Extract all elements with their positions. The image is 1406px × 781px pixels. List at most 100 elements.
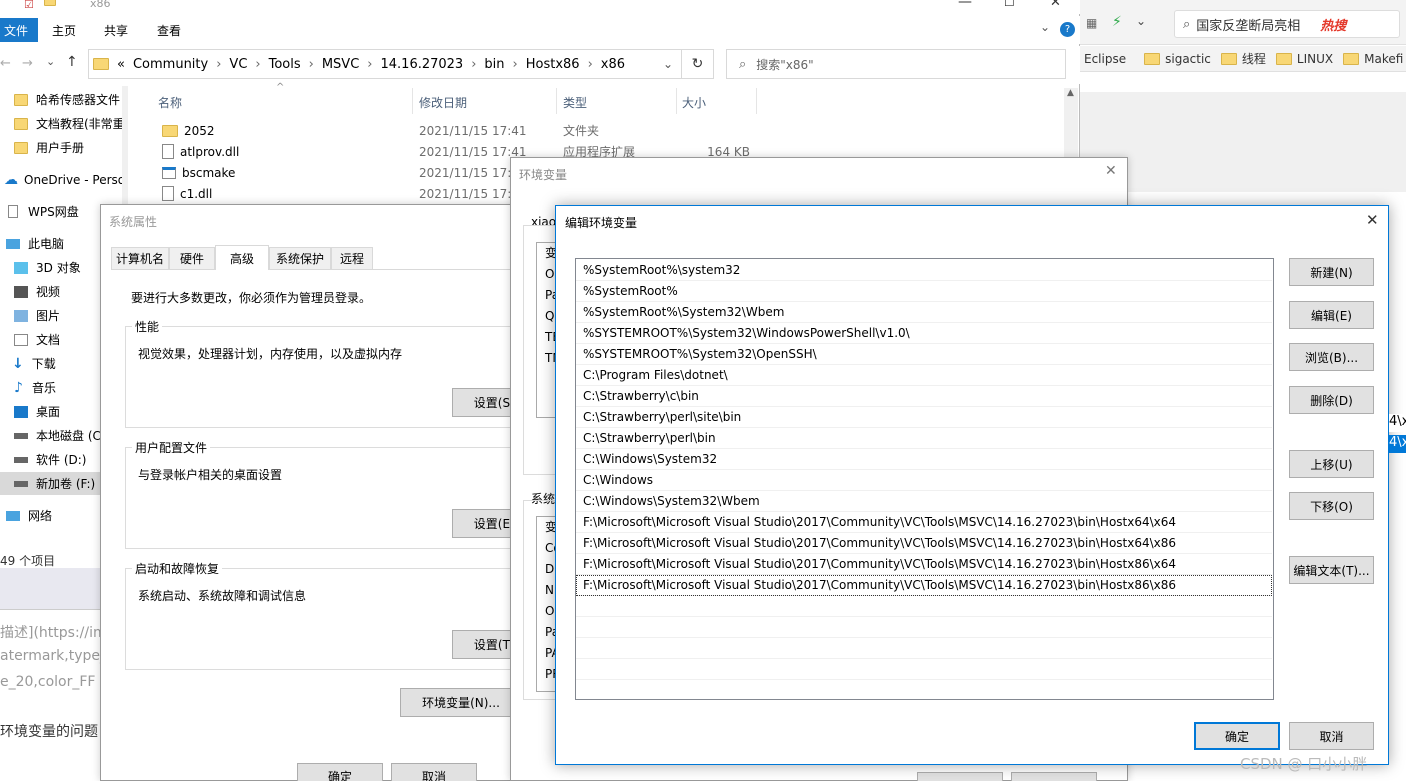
tab-view[interactable]: 查看 [157, 22, 181, 39]
breadcrumb-item[interactable]: x86 [601, 57, 625, 72]
breadcrumb-item[interactable]: Tools [269, 57, 301, 72]
grid-icon[interactable]: ▦ [1086, 16, 1097, 30]
path-item-empty[interactable] [576, 659, 1272, 680]
path-item[interactable]: F:\Microsoft\Microsoft Visual Studio\201… [576, 512, 1272, 533]
tab-file[interactable]: 文件 [0, 18, 38, 42]
address-bar[interactable]: « Community › VC › Tools › MSVC › 14.16.… [88, 49, 682, 79]
browse-button[interactable]: 浏览(B)... [1289, 343, 1374, 371]
path-item[interactable]: %SYSTEMROOT%\System32\OpenSSH\ [576, 344, 1272, 365]
breadcrumb-item[interactable]: MSVC [322, 57, 359, 72]
breadcrumb-overflow[interactable]: « [117, 57, 125, 72]
path-item[interactable]: C:\Windows\System32\Wbem [576, 491, 1272, 512]
nav-item-videos[interactable]: 视频 [0, 280, 60, 303]
column-header-size[interactable]: 大小 [682, 94, 706, 111]
delete-button[interactable]: 删除(D) [1289, 386, 1374, 414]
scroll-up-icon[interactable]: ▲ [1067, 88, 1074, 98]
column-header-name[interactable]: 名称 [158, 94, 182, 111]
minimize-icon[interactable]: — [958, 0, 972, 10]
move-up-button[interactable]: 上移(U) [1289, 450, 1374, 478]
column-header-date[interactable]: 修改日期 [419, 94, 467, 111]
search-input[interactable]: ⌕ 搜索"x86" [726, 49, 1066, 79]
recent-chevron-icon[interactable]: ⌄ [46, 55, 55, 68]
path-item[interactable]: C:\Strawberry\perl\bin [576, 428, 1272, 449]
path-item[interactable]: %SYSTEMROOT%\System32\WindowsPowerShell\… [576, 323, 1272, 344]
close-icon[interactable]: ✕ [1366, 211, 1379, 229]
breadcrumb-item[interactable]: VC [229, 57, 247, 72]
path-item[interactable]: C:\Strawberry\c\bin [576, 386, 1272, 407]
chevron-down-icon[interactable]: ⌄ [663, 57, 673, 71]
path-item[interactable]: %SystemRoot%\system32 [576, 260, 1272, 281]
cancel-button[interactable]: 取消 [1289, 722, 1374, 750]
tab-hardware[interactable]: 硬件 [169, 247, 215, 269]
column-divider[interactable] [676, 88, 677, 114]
path-item-empty[interactable] [576, 617, 1272, 638]
path-item[interactable]: F:\Microsoft\Microsoft Visual Studio\201… [576, 554, 1272, 575]
refresh-button[interactable]: ↻ [682, 49, 714, 79]
cancel-button[interactable] [1011, 772, 1097, 781]
nav-item-this-pc[interactable]: 此电脑 [0, 232, 64, 255]
path-item-empty[interactable] [576, 638, 1272, 659]
breadcrumb-item[interactable]: bin [484, 57, 504, 72]
ok-button[interactable]: 确定 [1194, 722, 1280, 750]
path-item[interactable]: %SystemRoot% [576, 281, 1272, 302]
nav-item-drive-c[interactable]: 本地磁盘 (C: [0, 424, 105, 447]
cancel-button[interactable]: 取消 [391, 763, 477, 781]
ok-button[interactable]: 确定 [297, 763, 383, 781]
forward-arrow-icon[interactable]: → [22, 56, 33, 71]
nav-item-3d[interactable]: 3D 对象 [0, 256, 81, 279]
path-item[interactable]: C:\Windows [576, 470, 1272, 491]
tab-share[interactable]: 共享 [104, 22, 128, 39]
tab-system-protection[interactable]: 系统保护 [269, 247, 331, 269]
column-divider[interactable] [556, 88, 557, 114]
edit-text-button[interactable]: 编辑文本(T)... [1289, 556, 1374, 584]
nav-item-onedrive[interactable]: ☁ OneDrive - Perso [0, 168, 125, 191]
path-item[interactable]: %SystemRoot%\System32\Wbem [576, 302, 1272, 323]
tab-home[interactable]: 主页 [52, 22, 76, 39]
nav-item-folder[interactable]: 文档教程(非常重 [0, 112, 125, 135]
path-item-empty[interactable] [576, 596, 1272, 617]
path-item[interactable]: F:\Microsoft\Microsoft Visual Studio\201… [576, 533, 1272, 554]
back-arrow-icon[interactable]: ← [0, 56, 11, 71]
nav-item-documents[interactable]: 文档 [0, 328, 60, 351]
path-item[interactable]: C:\Program Files\dotnet\ [576, 365, 1272, 386]
edit-button[interactable]: 编辑(E) [1289, 301, 1374, 329]
chevron-down-icon[interactable]: ⌄ [1136, 14, 1146, 28]
ok-button[interactable] [917, 772, 1003, 781]
new-button[interactable]: 新建(N) [1289, 258, 1374, 286]
browser-search-box[interactable]: ⌕ 国家反垄断局亮相 热搜 [1174, 10, 1400, 38]
maximize-icon[interactable]: ☐ [1004, 0, 1015, 9]
up-arrow-icon[interactable]: ↑ [66, 54, 78, 70]
column-divider[interactable] [412, 88, 413, 114]
chevron-down-icon[interactable]: ⌄ [1040, 20, 1050, 34]
path-item[interactable]: C:\Windows\System32 [576, 449, 1272, 470]
move-down-button[interactable]: 下移(O) [1289, 492, 1374, 520]
nav-item-downloads[interactable]: ↓ 下载 [0, 352, 56, 375]
nav-item-folder[interactable]: 用户手册 [0, 136, 84, 159]
bookmark-eclipse[interactable]: Eclipse [1084, 52, 1126, 66]
close-icon[interactable]: ✕ [1105, 163, 1117, 179]
help-icon[interactable]: ? [1060, 22, 1075, 37]
tab-computer-name[interactable]: 计算机名 [111, 247, 169, 269]
close-icon[interactable]: ✕ [1050, 0, 1061, 10]
nav-item-wps[interactable]: WPS网盘 [0, 200, 79, 223]
path-list[interactable]: %SystemRoot%\system32 %SystemRoot% %Syst… [575, 258, 1274, 700]
breadcrumb-item[interactable]: Hostx86 [526, 57, 580, 72]
path-item-selected[interactable]: F:\Microsoft\Microsoft Visual Studio\201… [576, 575, 1272, 596]
nav-item-pictures[interactable]: 图片 [0, 304, 60, 327]
nav-item-drive-d[interactable]: 软件 (D:) [0, 448, 86, 471]
tab-remote[interactable]: 远程 [331, 247, 373, 269]
bookmark-sigactic[interactable]: sigactic [1165, 52, 1211, 66]
nav-item-folder[interactable]: 哈希传感器文件 [0, 88, 120, 111]
column-header-type[interactable]: 类型 [563, 94, 587, 111]
file-row[interactable]: 2052 2021/11/15 17:41 文件夹 [150, 120, 770, 141]
column-divider[interactable] [756, 88, 757, 114]
tab-advanced[interactable]: 高级 [215, 245, 269, 270]
breadcrumb-item[interactable]: 14.16.27023 [381, 57, 464, 72]
bookmark-thread[interactable]: 线程 [1242, 50, 1266, 67]
path-item[interactable]: C:\Strawberry\perl\site\bin [576, 407, 1272, 428]
nav-item-network[interactable]: 网络 [0, 504, 52, 527]
bolt-icon[interactable]: ⚡ [1112, 14, 1122, 30]
breadcrumb-item[interactable]: Community [133, 57, 208, 72]
nav-item-desktop[interactable]: 桌面 [0, 400, 60, 423]
environment-variables-button[interactable]: 环境变量(N)... [400, 688, 522, 717]
